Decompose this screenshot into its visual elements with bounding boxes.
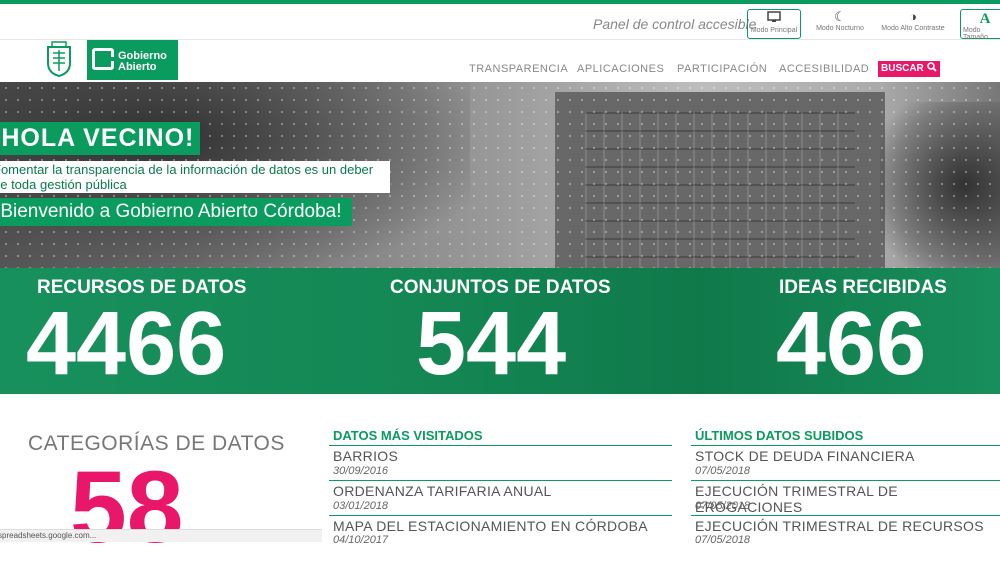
hero-welcome: ¡Bienvenido a Gobierno Abierto Córdoba! (0, 198, 352, 226)
nav-participacion[interactable]: PARTICIPACIÓN (677, 63, 767, 75)
stat-conjuntos-value: 544 (416, 294, 567, 394)
latest-item-date: 07/05/2018 (695, 465, 751, 477)
hero-welcome-text: ¡Bienvenido a Gobierno Abierto Córdoba! (0, 201, 342, 222)
latest-title: ÚLTIMOS DATOS SUBIDOS (695, 428, 864, 443)
most-visited-item-date: 30/09/2016 (333, 465, 389, 477)
browser-status-bar: spreadsheets.google.com... (0, 529, 322, 542)
hero-message-line2: de toda gestión pública (0, 177, 127, 192)
latest-item-title[interactable]: EJECUCIÓN TRIMESTRAL DE RECURSOS (695, 518, 984, 534)
list-divider (691, 515, 1000, 516)
most-visited-item-title[interactable]: MAPA DEL ESTACIONAMIENTO EN CÓRDOBA (333, 518, 648, 534)
mode-nocturno-button[interactable]: ☾ Modo Nocturno (812, 9, 868, 39)
search-icon (926, 62, 937, 74)
list-divider (329, 480, 672, 481)
contrast-icon: ◑ (909, 9, 917, 24)
accessibility-panel: Panel de control accesible Modo Principa… (0, 4, 1000, 41)
stat-recursos-value: 4466 (26, 294, 227, 394)
most-visited-divider (329, 445, 672, 446)
stat-ideas-value: 466 (776, 294, 927, 394)
list-divider (329, 515, 672, 516)
search-button-label: BUSCAR (881, 63, 924, 74)
most-visited-item-date: 04/10/2017 (333, 534, 389, 546)
monitor-icon (748, 11, 800, 27)
hero-message: Fomentar la transparencia de la informac… (0, 161, 390, 193)
nav-accesibilidad[interactable]: ACCESIBILIDAD (779, 63, 869, 75)
mode-label: Modo Principal (750, 27, 798, 34)
categories-count: 58 (70, 450, 184, 564)
most-visited-item-date: 03/01/2018 (333, 500, 389, 512)
moon-icon: ☾ (834, 9, 846, 24)
latest-divider (691, 445, 1000, 446)
most-visited-item-title[interactable]: BARRIOS (333, 448, 398, 464)
text-size-icon: A (979, 11, 991, 27)
hero-greeting-text: ¡HOLA VECINO! (0, 124, 195, 152)
nav-aplicaciones[interactable]: APLICACIONES (577, 63, 664, 75)
latest-item-title[interactable]: STOCK DE DEUDA FINANCIERA (695, 448, 915, 464)
site-header: Gobierno Abierto TRANSPARENCIA APLICACIO… (0, 40, 1000, 82)
latest-item-date: 07/05/2018 (695, 534, 751, 546)
mode-label: Modo Alto Contraste (881, 25, 945, 32)
status-bar-url: spreadsheets.google.com... (0, 531, 97, 540)
accessibility-panel-title: Panel de control accesible (593, 16, 757, 32)
latest-item-date: 07/05/2018 (695, 500, 751, 512)
hero-greeting: ¡HOLA VECINO! (0, 122, 201, 155)
nav-transparencia[interactable]: TRANSPARENCIA (469, 63, 568, 75)
most-visited-title: DATOS MÁS VISITADOS (333, 428, 483, 443)
most-visited-item-title[interactable]: ORDENANZA TARIFARIA ANUAL (333, 483, 552, 499)
hero-message-line1: Fomentar la transparencia de la informac… (0, 162, 374, 177)
list-divider (691, 480, 1000, 481)
search-button[interactable]: BUSCAR (878, 61, 940, 77)
mode-tamano-button[interactable]: A Modo Tamaño (960, 9, 1000, 41)
mode-label: Modo Tamaño (963, 27, 988, 41)
mode-alto-contraste-button[interactable]: ◑ Modo Alto Contraste (878, 9, 948, 39)
ga-logo-icon (92, 48, 114, 70)
city-seal-logo[interactable] (44, 41, 74, 78)
mode-label: Modo Nocturno (816, 25, 864, 32)
logo-line2: Abierto (118, 61, 157, 73)
mode-principal-button[interactable]: Modo Principal (747, 9, 801, 39)
gobierno-abierto-logo[interactable]: Gobierno Abierto (87, 40, 178, 80)
